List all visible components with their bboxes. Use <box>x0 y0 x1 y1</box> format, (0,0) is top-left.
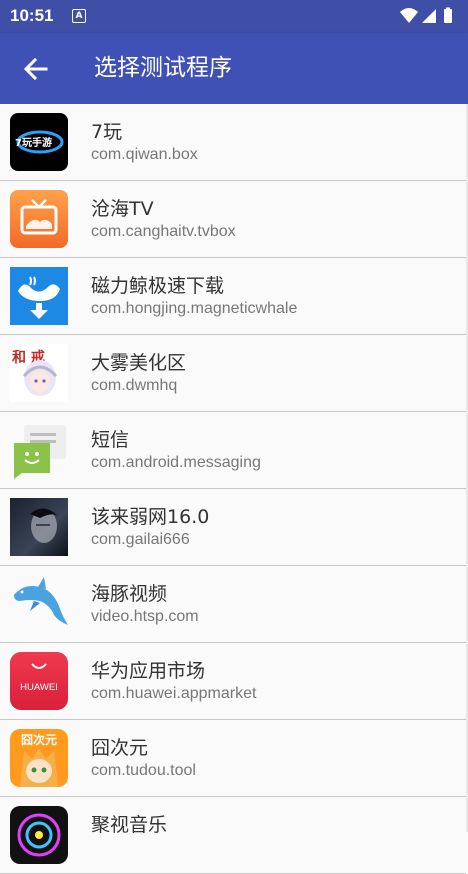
messaging-icon <box>10 421 68 479</box>
whale-download-icon <box>10 267 68 325</box>
status-time: 10:51 <box>10 6 54 25</box>
battery-icon <box>444 9 452 23</box>
app-list-item[interactable]: 海豚视频 video.htsp.com <box>0 566 466 643</box>
app-list-item[interactable]: 磁力鲸极速下载 com.hongjing.magneticwhale <box>0 258 466 335</box>
app-list-item[interactable]: 7玩手游 7玩 com.qiwan.box <box>0 104 466 181</box>
app-package: com.canghaitv.tvbox <box>91 223 236 240</box>
app-name: 聚视音乐 <box>91 814 168 836</box>
notification-icon: A <box>72 9 86 23</box>
app-package: com.hongjing.magneticwhale <box>91 300 298 317</box>
app-list-item[interactable]: HUAWEI 华为应用市场 com.huawei.appmarket <box>0 643 466 720</box>
signal-icon <box>422 9 436 23</box>
app-toolbar: 选择测试程序 <box>0 33 468 104</box>
app-package: com.huawei.appmarket <box>91 685 257 702</box>
app-name: 短信 <box>91 429 130 451</box>
back-button[interactable] <box>20 53 52 85</box>
status-icons <box>400 7 452 23</box>
app-list: 7玩手游 7玩 com.qiwan.box 沧海TV com.canghaitv… <box>0 104 466 874</box>
app-package: com.qiwan.box <box>91 146 198 163</box>
app-name: 囧次元 <box>91 737 149 759</box>
jiongciyuan-icon: 囧次元 <box>10 729 68 787</box>
wifi-icon <box>400 8 418 23</box>
app-name: 海豚视频 <box>91 583 168 605</box>
dark-portrait-icon <box>10 498 68 556</box>
status-bar: 10:51 A <box>0 0 468 33</box>
app-list-item[interactable]: 短信 com.android.messaging <box>0 412 466 489</box>
music-disc-icon <box>10 806 68 864</box>
app-package: com.dwmhq <box>91 377 178 394</box>
app-list-item[interactable]: 沧海TV com.canghaitv.tvbox <box>0 181 466 258</box>
app-name: 大雾美化区 <box>91 352 187 374</box>
page-title: 选择测试程序 <box>94 55 232 81</box>
app-package: video.htsp.com <box>91 608 199 625</box>
qiwan-icon: 7玩手游 <box>10 113 68 171</box>
canghai-tv-icon <box>10 190 68 248</box>
app-name: 华为应用市场 <box>91 660 206 682</box>
app-list-item[interactable]: 和 戒 大雾美化区 com.dwmhq <box>0 335 466 412</box>
svg-text:HUAWEI: HUAWEI <box>20 682 58 693</box>
app-name: 磁力鲸极速下载 <box>91 275 225 297</box>
svg-text:囧次元: 囧次元 <box>21 732 57 747</box>
app-name: 沧海TV <box>91 198 154 220</box>
app-list-item[interactable]: 该来弱网16.0 com.gailai666 <box>0 489 466 566</box>
app-list-item[interactable]: 聚视音乐 <box>0 797 466 874</box>
app-package: com.android.messaging <box>91 454 261 471</box>
app-list-item[interactable]: 囧次元 囧次元 com.tudou.tool <box>0 720 466 797</box>
anime-girl-icon: 和 戒 <box>10 344 68 402</box>
app-name: 7玩 <box>91 121 123 143</box>
huawei-appgallery-icon: HUAWEI <box>10 652 68 710</box>
arrow-left-icon <box>23 57 48 81</box>
app-name: 该来弱网16.0 <box>91 506 210 528</box>
app-package: com.gailai666 <box>91 531 190 548</box>
svg-text:7玩手游: 7玩手游 <box>15 136 52 149</box>
dolphin-icon <box>10 575 68 633</box>
app-package: com.tudou.tool <box>91 762 196 779</box>
